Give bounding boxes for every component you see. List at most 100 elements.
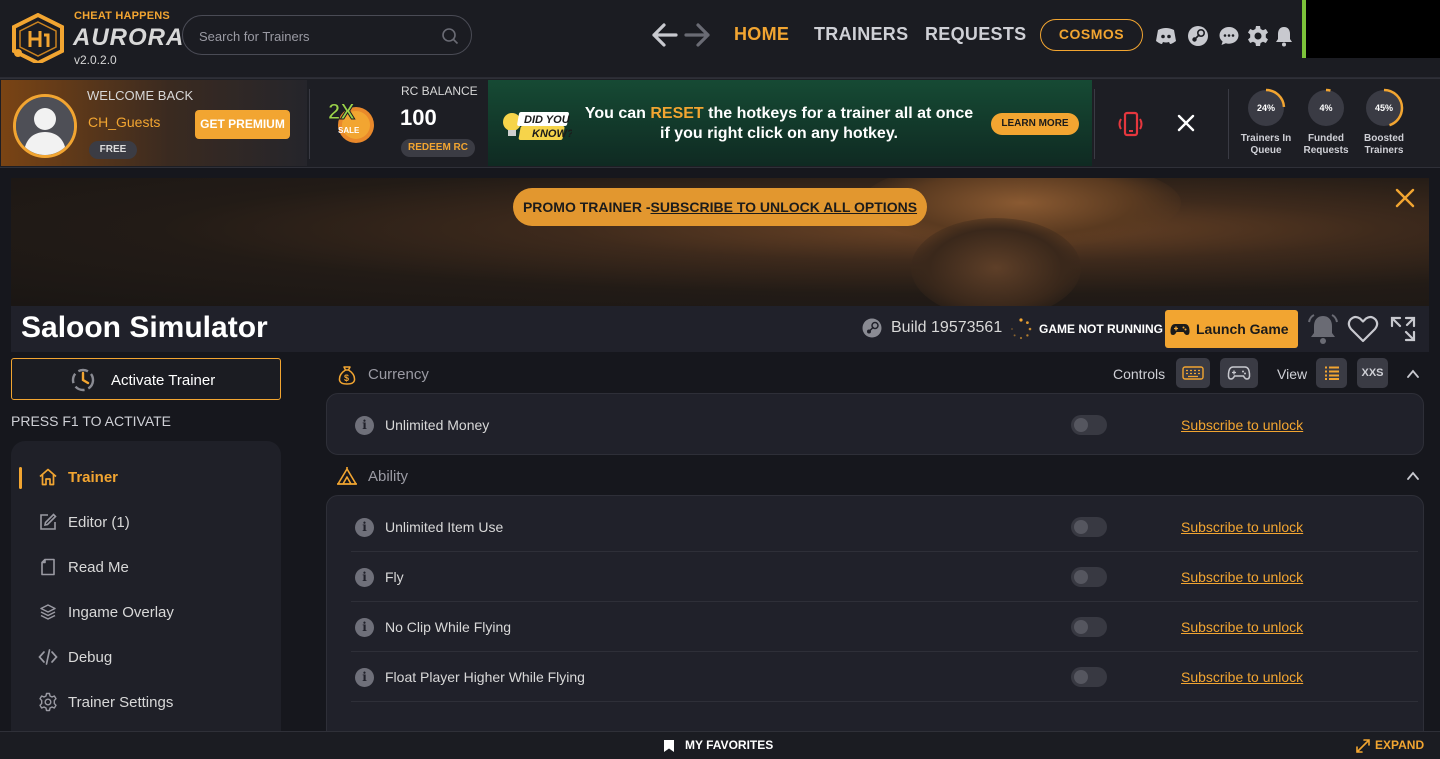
game-status: GAME NOT RUNNING xyxy=(1039,322,1163,336)
steam-icon[interactable] xyxy=(1186,24,1210,48)
sidebar-item-trainer[interactable]: Trainer xyxy=(11,457,281,497)
notification-bell-icon[interactable] xyxy=(1272,24,1296,48)
search-input[interactable] xyxy=(199,26,439,46)
stat-trainers-in-queue[interactable]: 24% Trainers In Queue xyxy=(1235,87,1297,157)
bottom-bar: MY FAVORITES EXPAND xyxy=(0,731,1440,759)
info-icon[interactable]: i xyxy=(355,668,374,687)
subscribe-to-unlock-link[interactable]: Subscribe to unlock xyxy=(1181,417,1303,433)
subscribe-to-unlock-link[interactable]: Subscribe to unlock xyxy=(1181,569,1303,585)
controls-label: Controls xyxy=(1113,366,1166,382)
settings-gear-icon[interactable] xyxy=(1246,24,1270,48)
close-banner-icon[interactable] xyxy=(1395,188,1415,208)
subscribe-link[interactable]: SUBSCRIBE TO UNLOCK ALL OPTIONS xyxy=(651,199,918,215)
back-arrow-icon[interactable] xyxy=(650,22,678,48)
chat-icon[interactable] xyxy=(1217,24,1241,48)
sidebar-item-debug[interactable]: Debug xyxy=(11,637,281,677)
keyboard-controls-button[interactable] xyxy=(1176,358,1210,388)
nav-requests[interactable]: REQUESTS xyxy=(925,24,1026,45)
info-icon[interactable]: i xyxy=(355,518,374,537)
discord-icon[interactable] xyxy=(1154,24,1178,48)
steam-icon xyxy=(862,318,882,338)
info-icon[interactable]: i xyxy=(355,416,374,435)
cheat-toggle[interactable] xyxy=(1071,415,1107,435)
section-header-currency[interactable]: $ Currency xyxy=(326,359,1424,389)
notification-bell-icon[interactable] xyxy=(1306,312,1340,346)
tip-text-highlight: RESET xyxy=(650,105,704,122)
section-header-ability[interactable]: Ability xyxy=(326,461,1424,491)
divider xyxy=(1228,89,1229,159)
cheat-toggle[interactable] xyxy=(1071,667,1107,687)
username[interactable]: CH_Guests xyxy=(88,114,160,130)
compact-view-button[interactable]: XXS xyxy=(1357,358,1388,388)
stat-label: Trainers In Queue xyxy=(1235,133,1297,157)
cheat-label: Float Player Higher While Flying xyxy=(385,669,585,685)
aurora-app-window: CHEAT HAPPENS AURORA v2.0.2.0 HOME TRAIN… xyxy=(0,0,1440,759)
svg-text:$: $ xyxy=(344,373,349,383)
info-icon[interactable]: i xyxy=(355,618,374,637)
close-icon[interactable] xyxy=(1175,112,1197,134)
get-premium-button[interactable]: GET PREMIUM xyxy=(195,110,290,139)
avatar[interactable] xyxy=(13,94,77,158)
expand-button[interactable]: EXPAND xyxy=(1355,738,1424,753)
cheat-happens-logo-icon[interactable] xyxy=(10,13,66,63)
subscribe-to-unlock-link[interactable]: Subscribe to unlock xyxy=(1181,669,1303,685)
power-spinner-icon xyxy=(71,368,95,392)
sidebar-item-ingame-overlay[interactable]: Ingame Overlay xyxy=(11,592,281,632)
stat-label-line2: Queue xyxy=(1250,145,1282,156)
chevron-up-icon[interactable] xyxy=(1406,469,1420,483)
progress-ring: 4% xyxy=(1305,87,1347,129)
list-view-button[interactable] xyxy=(1316,358,1347,388)
game-banner: PROMO TRAINER -SUBSCRIBE TO UNLOCK ALL O… xyxy=(11,178,1429,306)
nav-home[interactable]: HOME xyxy=(734,24,789,45)
gamepad-controls-button[interactable] xyxy=(1220,358,1258,388)
progress-ring: 24% xyxy=(1245,87,1287,129)
subscribe-to-unlock-link[interactable]: Subscribe to unlock xyxy=(1181,619,1303,635)
search-icon[interactable] xyxy=(441,27,459,45)
did-you-label: DID YOU xyxy=(524,114,571,126)
cosmos-button[interactable]: COSMOS xyxy=(1040,19,1143,51)
favorite-heart-icon[interactable] xyxy=(1346,312,1380,346)
stat-label-line2: Requests xyxy=(1303,145,1349,156)
redeem-rc-button[interactable]: REDEEM RC xyxy=(401,139,475,157)
sidebar-item-label: Editor (1) xyxy=(68,514,130,531)
expand-arrows-icon xyxy=(1356,739,1370,753)
know-label: KNOW? xyxy=(532,128,572,140)
launch-game-button[interactable]: Launch Game xyxy=(1165,310,1298,348)
nav-trainers[interactable]: TRAINERS xyxy=(814,24,908,45)
chevron-up-icon[interactable] xyxy=(1406,367,1420,381)
activate-trainer-button[interactable]: Activate Trainer xyxy=(11,358,281,400)
learn-more-button[interactable]: LEARN MORE xyxy=(991,113,1079,135)
cheat-label: Unlimited Money xyxy=(385,417,490,433)
phone-vibrate-icon[interactable] xyxy=(1118,110,1146,138)
stat-label: Boosted Trainers xyxy=(1353,133,1415,157)
forward-arrow-icon[interactable] xyxy=(684,22,712,48)
brand-company: CHEAT HAPPENS xyxy=(74,10,170,22)
stat-funded-requests[interactable]: 4% Funded Requests xyxy=(1295,87,1357,157)
welcome-panel: WELCOME BACK CH_Guests FREE GET PREMIUM xyxy=(1,80,307,166)
search-box[interactable] xyxy=(182,15,472,55)
my-favorites-button[interactable]: MY FAVORITES xyxy=(663,738,773,752)
cheat-row: i Fly Subscribe to unlock xyxy=(351,552,1418,602)
cheat-toggle[interactable] xyxy=(1071,517,1107,537)
cheat-toggle[interactable] xyxy=(1071,567,1107,587)
stat-label-line1: Trainers In xyxy=(1240,133,1292,144)
sale-badge-icon[interactable]: 2X SALE xyxy=(322,95,380,147)
divider xyxy=(309,89,310,159)
stat-label-line2: Trainers xyxy=(1364,145,1404,156)
cheat-toggle[interactable] xyxy=(1071,617,1107,637)
layers-icon xyxy=(40,604,56,620)
stat-boosted-trainers[interactable]: 45% Boosted Trainers xyxy=(1353,87,1415,157)
sale-label: SALE xyxy=(338,126,360,135)
promo-trainer-banner[interactable]: PROMO TRAINER -SUBSCRIBE TO UNLOCK ALL O… xyxy=(513,188,927,226)
user-silhouette-icon xyxy=(16,97,74,155)
gamepad-icon xyxy=(1170,324,1190,335)
sidebar-item-editor[interactable]: Editor (1) xyxy=(11,502,281,542)
cheat-card-ability: i Unlimited Item Use Subscribe to unlock… xyxy=(326,495,1424,735)
sidebar-item-trainer-settings[interactable]: Trainer Settings xyxy=(11,682,281,722)
fullscreen-expand-icon[interactable] xyxy=(1386,312,1420,346)
stat-percent: 45% xyxy=(1374,103,1393,113)
subscribe-to-unlock-link[interactable]: Subscribe to unlock xyxy=(1181,519,1303,535)
sidebar-item-read-me[interactable]: Read Me xyxy=(11,547,281,587)
stat-percent: 24% xyxy=(1256,103,1275,113)
info-icon[interactable]: i xyxy=(355,568,374,587)
